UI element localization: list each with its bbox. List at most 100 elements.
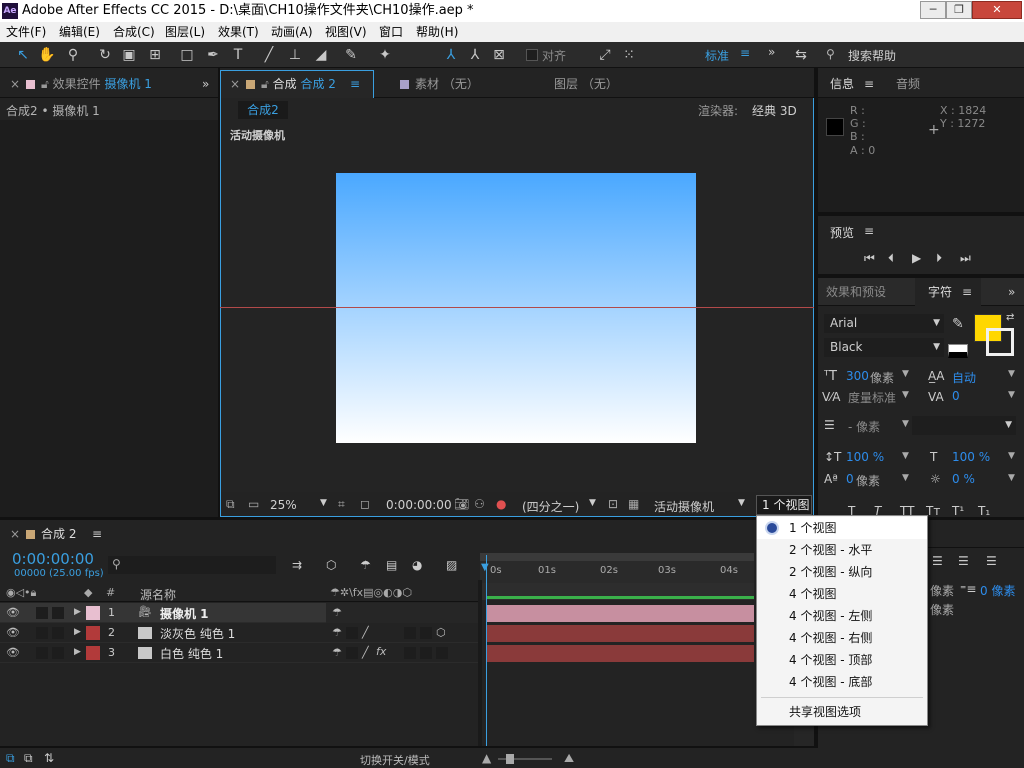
pan-behind-tool-icon[interactable]: ⊞ (146, 46, 164, 64)
hide-shy-layers-icon[interactable]: ☂ (360, 558, 371, 572)
timeline-timecode[interactable]: 0:00:00:00 (12, 550, 94, 568)
stroke-width-value[interactable]: - 像素 (848, 418, 880, 435)
fx-icon[interactable]: fx (376, 645, 386, 658)
selection-tool-icon[interactable]: ↖ (14, 46, 32, 64)
quality-icon[interactable]: ╱ (362, 626, 369, 639)
type-tool-icon[interactable]: T (229, 46, 247, 64)
toggle-switches-modes[interactable]: 切换开关/模式 (360, 752, 430, 768)
menu-composition[interactable]: 合成(C) (113, 22, 155, 42)
kerning-value[interactable]: 度量标准 (848, 389, 896, 406)
table-row[interactable]: 👁︎ ▶ 3 白色 纯色 1 ☂ ╱ fx (0, 643, 478, 663)
snap-grid-icon[interactable]: ⁙ (620, 46, 638, 64)
stroke-type-dropdown[interactable]: ▼ (912, 416, 1016, 435)
font-family-dropdown[interactable]: Arial ▼ (824, 314, 944, 333)
eyedropper-icon[interactable]: ✎ (952, 316, 964, 332)
switch-box[interactable] (346, 647, 358, 659)
layer-duration-bar[interactable] (487, 645, 754, 662)
channel-icon[interactable]: ● (496, 497, 506, 511)
menu-effect[interactable]: 效果(T) (218, 22, 259, 42)
viewer-timecode[interactable]: 0:00:00:00 (386, 498, 452, 512)
tab-preview[interactable]: 预览 (830, 224, 854, 241)
resolution-arrow-icon[interactable]: ▼ (589, 498, 596, 508)
horizontal-scale-value[interactable]: 100 % (952, 450, 990, 464)
label-color-swatch[interactable] (86, 606, 100, 620)
tab-character[interactable]: 字符 (928, 278, 952, 306)
justify-icon[interactable]: ☰ (986, 554, 997, 568)
chevron-down-icon[interactable]: ▼ (1008, 369, 1015, 379)
expand-transfer-icon[interactable]: ⧉ (24, 751, 33, 766)
tab-footage[interactable]: 素材 （无） (400, 70, 479, 98)
default-colors-icon[interactable] (948, 344, 968, 358)
lock-icon[interactable]: 🔓︎ (261, 77, 269, 91)
composition-canvas[interactable] (336, 173, 696, 443)
font-size-value[interactable]: 300 (846, 369, 869, 383)
switch-box[interactable] (436, 647, 448, 659)
table-row[interactable]: 👁︎ ▶ 1 🎥︎ 摄像机 1 ☂ (0, 603, 478, 623)
menu-file[interactable]: 文件(F) (6, 22, 46, 42)
sync-settings-icon[interactable]: ⇆ (792, 46, 810, 64)
chevron-down-icon[interactable]: ▼ (902, 419, 909, 429)
vertical-scale-value[interactable]: 100 % (846, 450, 884, 464)
switch-box[interactable] (404, 647, 416, 659)
always-preview-icon[interactable]: ⧉ (226, 497, 235, 512)
monitor-icon[interactable]: ▭ (248, 497, 259, 511)
lock-icon[interactable]: 🔓︎ (41, 77, 49, 91)
roto-brush-tool-icon[interactable]: ✎ (342, 46, 360, 64)
views-dropdown[interactable]: 1 个视图 (756, 495, 812, 515)
fast-preview-icon[interactable]: ⊡ (608, 497, 618, 511)
space-before-value[interactable]: 0 像素 (980, 582, 1015, 599)
motion-blur-icon[interactable]: ◕ (412, 558, 422, 572)
graph-editor-icon[interactable]: ▨ (446, 558, 457, 572)
minimize-button[interactable]: ─ (920, 1, 946, 19)
layer-search-input[interactable] (108, 556, 276, 574)
safe-zones-icon[interactable]: ⌗ (338, 497, 345, 512)
menu-item-2-views-horizontal[interactable]: 2 个视图 - 水平 (757, 539, 927, 561)
chevron-down-icon[interactable]: ▼ (902, 390, 909, 400)
expand-triangle-icon[interactable]: ▶ (74, 627, 81, 637)
next-frame-icon[interactable]: ⏵ (936, 251, 942, 266)
shy-icon[interactable]: ☂ (332, 626, 342, 639)
chevron-down-icon[interactable]: ▼ (1008, 451, 1015, 461)
search-help-field[interactable]: 搜索帮助 (848, 47, 896, 64)
camera-dropdown-arrow-icon[interactable]: ▼ (738, 498, 745, 508)
leading-value[interactable]: 自动 (952, 369, 976, 386)
lock-box[interactable] (52, 627, 64, 639)
small-caps-icon[interactable]: Tт (926, 504, 940, 518)
label-color-swatch[interactable] (86, 626, 100, 640)
workspace-menu-icon[interactable]: ≡ (740, 46, 750, 60)
clone-stamp-tool-icon[interactable]: ⊥ (286, 46, 304, 64)
tsume-value[interactable]: 0 % (952, 472, 975, 486)
menu-item-4-views[interactable]: 4 个视图 (757, 583, 927, 605)
menu-item-4-views-right[interactable]: 4 个视图 - 右侧 (757, 627, 927, 649)
region-icon[interactable]: ◻ (360, 497, 370, 511)
pen-tool-icon[interactable]: ✒ (204, 46, 222, 64)
source-name-header[interactable]: 源名称 (140, 586, 176, 603)
first-frame-icon[interactable]: ⏮ (864, 251, 875, 266)
timeline-menu-icon[interactable]: ≡ (92, 520, 102, 548)
switch-box[interactable] (404, 627, 416, 639)
layer-name[interactable]: 淡灰色 纯色 1 (160, 625, 235, 642)
solo-box[interactable] (36, 647, 48, 659)
zoom-tool-icon[interactable]: ⚲ (64, 46, 82, 64)
maximize-button[interactable]: ❐ (946, 1, 972, 19)
shy-icon[interactable]: ☂ (332, 646, 342, 659)
chevron-down-icon[interactable]: ▼ (1008, 390, 1015, 400)
menu-help[interactable]: 帮助(H) (416, 22, 458, 42)
layer-name[interactable]: 白色 纯色 1 (160, 645, 223, 662)
comp-chip[interactable]: 合成2 (238, 101, 288, 119)
layer-name[interactable]: 摄像机 1 (160, 605, 209, 622)
solo-box[interactable] (36, 607, 48, 619)
tab-effect-controls[interactable]: 🔓︎ 效果控件 摄像机 1 (26, 70, 152, 98)
view-axis-icon[interactable]: ⊠ (490, 46, 508, 64)
switch-box[interactable] (420, 627, 432, 639)
snap-option-icon[interactable]: ⤢ (596, 46, 614, 64)
menu-item-4-views-left[interactable]: 4 个视图 - 左侧 (757, 605, 927, 627)
switch-box[interactable] (420, 647, 432, 659)
tab-effects-presets[interactable]: 效果和预设 (826, 278, 886, 306)
baseline-shift-value[interactable]: 0 (846, 472, 854, 486)
zoom-slider-handle[interactable] (506, 754, 514, 764)
swap-colors-icon[interactable]: ⇄ (1006, 312, 1014, 323)
menu-window[interactable]: 窗口 (379, 22, 403, 42)
label-color-swatch[interactable] (86, 646, 100, 660)
close-timeline-tab-icon[interactable]: × (10, 520, 20, 548)
